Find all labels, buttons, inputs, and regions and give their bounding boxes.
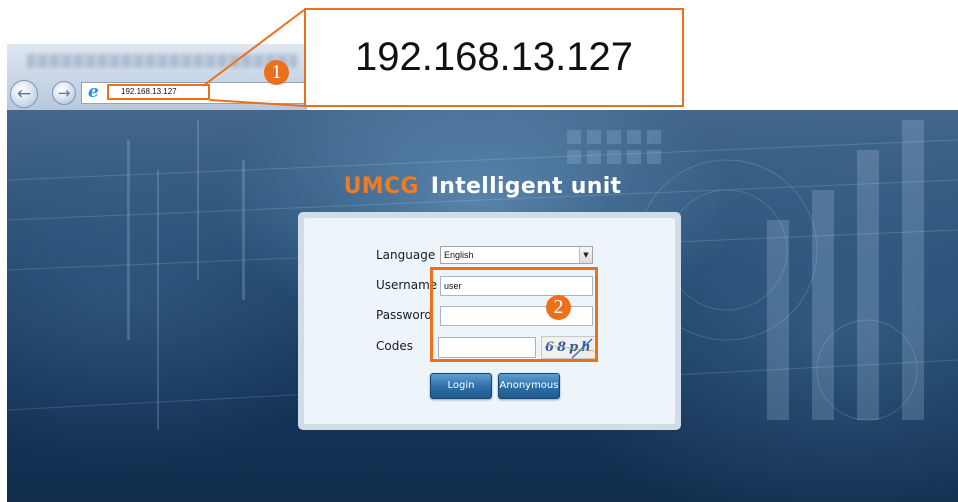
url-callout: 192.168.13.127	[304, 8, 684, 107]
login-panel: Language English ▼ Username user Passwor…	[298, 212, 681, 430]
language-select-value: English	[444, 250, 474, 260]
codes-input[interactable]	[438, 337, 536, 358]
captcha-image[interactable]: 68ph	[541, 336, 597, 359]
login-button[interactable]: Login	[430, 373, 492, 399]
step-1-marker: 1	[264, 60, 289, 85]
blurred-window-title	[27, 54, 297, 68]
anonymous-button[interactable]: Anonymous	[498, 373, 560, 399]
site-title: UMCG Intelligent unit	[7, 174, 958, 199]
url-callout-text: 192.168.13.127	[354, 35, 634, 79]
screenshot-canvas: ← → e 192.168.13.127 UMCG Intelligent un…	[0, 0, 958, 502]
ie-logo-icon: e	[88, 82, 99, 102]
username-input[interactable]: user	[440, 276, 593, 296]
forward-button[interactable]: →	[52, 81, 76, 105]
language-label: Language	[376, 248, 436, 262]
username-value: user	[444, 281, 462, 291]
brand-name: UMCG	[343, 174, 419, 199]
back-button[interactable]: ←	[10, 80, 38, 108]
address-url-highlight[interactable]: 192.168.13.127	[107, 84, 210, 100]
product-name: Intelligent unit	[430, 174, 622, 199]
address-url-text: 192.168.13.127	[121, 87, 177, 96]
codes-label: Codes	[376, 339, 413, 353]
login-form: Language English ▼ Username user Passwor…	[304, 218, 675, 424]
step-2-marker: 2	[546, 295, 571, 320]
password-label: Password	[376, 308, 433, 322]
captcha-noise	[545, 338, 595, 359]
username-label: Username	[376, 278, 438, 292]
language-select[interactable]: English ▼	[440, 246, 593, 264]
back-icon: ←	[16, 84, 32, 104]
forward-icon: →	[57, 84, 71, 102]
chevron-down-icon[interactable]: ▼	[579, 247, 592, 263]
